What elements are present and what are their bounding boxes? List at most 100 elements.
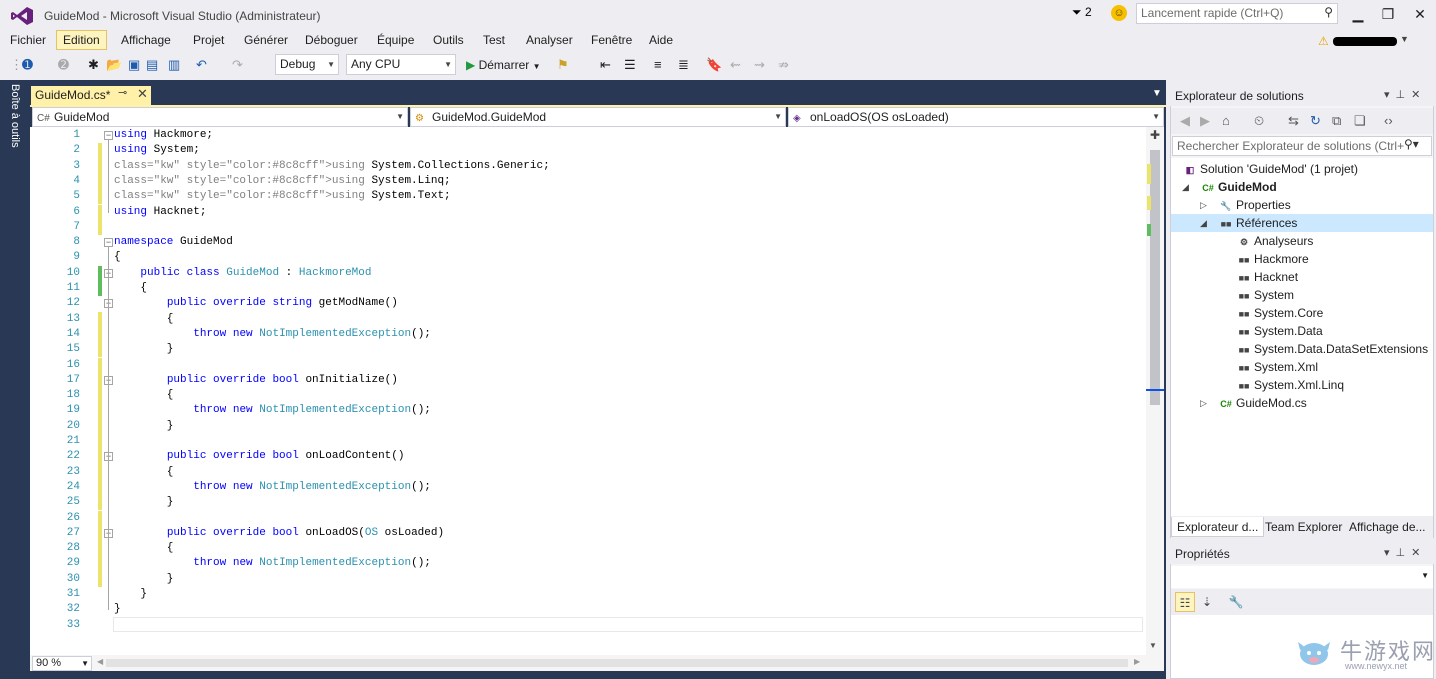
menu-deboguer[interactable]: Déboguer <box>299 30 364 50</box>
menu-affichage[interactable]: Affichage <box>115 30 177 50</box>
code-line[interactable]: using Hacknet; <box>114 205 206 220</box>
pending-changes-icon[interactable]: ⏲ <box>1254 113 1264 129</box>
code-line[interactable]: { <box>114 465 174 480</box>
configuration-select[interactable]: Debug ▼ <box>275 54 339 75</box>
refresh-icon[interactable]: ↻ <box>1310 113 1321 129</box>
horizontal-scroll-thumb[interactable] <box>106 659 1128 667</box>
code-line[interactable]: public override bool onInitialize() <box>114 373 398 388</box>
notifications-button[interactable]: ⏷ 2 <box>1072 5 1092 20</box>
sync-icon[interactable]: ⇆ <box>1288 113 1299 129</box>
properties-object-select[interactable]: ▼ <box>1171 566 1433 588</box>
code-line[interactable]: public override bool onLoadOS(OS osLoade… <box>114 526 444 541</box>
tree-item-file[interactable]: C# GuideMod.cs <box>1218 394 1306 412</box>
tab-team-explorer[interactable]: Team Explorer <box>1260 517 1347 537</box>
save-all-icon[interactable]: ▤ <box>146 56 158 74</box>
vertical-scroll-thumb[interactable] <box>1150 150 1160 405</box>
code-line[interactable]: class="kw" style="color:#8c8cff">using S… <box>114 159 550 174</box>
tree-item-reference[interactable]: ■■ System <box>1236 286 1294 304</box>
menu-edition[interactable]: Edition <box>56 30 107 50</box>
tree-item-reference[interactable]: ■■ System.Core <box>1236 304 1324 322</box>
feedback-smiley-icon[interactable]: ☺ <box>1111 5 1127 21</box>
code-line[interactable]: throw new NotImplementedException(); <box>114 403 431 418</box>
start-debugging-button[interactable]: ▶ Démarrer ▼ <box>462 55 541 75</box>
menu-projet[interactable]: Projet <box>187 30 230 50</box>
expand-arrow-icon[interactable]: ▷ <box>1200 196 1207 214</box>
new-project-icon[interactable]: ✱ <box>88 56 99 74</box>
tree-item-reference[interactable]: ■■ System.Data.DataSetExtensions <box>1236 340 1429 358</box>
menu-test[interactable]: Test <box>477 30 511 50</box>
scroll-down-icon[interactable]: ▼ <box>1149 641 1157 650</box>
code-line[interactable]: throw new NotImplementedException(); <box>114 480 431 495</box>
toolbox-tab[interactable]: Boîte à outils <box>9 84 21 148</box>
restore-button[interactable]: ❐ <box>1378 4 1398 24</box>
tab-overflow-icon[interactable]: ▼ <box>1152 88 1162 99</box>
code-line[interactable]: } <box>114 495 174 510</box>
tree-item-reference[interactable]: ■■ System.Xml.Linq <box>1236 376 1344 394</box>
prev-bookmark-icon[interactable]: ⇜ <box>730 56 741 74</box>
forward-icon[interactable]: ▶ <box>1200 113 1210 129</box>
tree-item-project[interactable]: C# GuideMod <box>1200 178 1276 196</box>
outline-icon[interactable]: ☰ <box>624 56 636 74</box>
code-line[interactable]: throw new NotImplementedException(); <box>114 327 431 342</box>
menu-aide[interactable]: Aide <box>643 30 679 50</box>
navigate-back-icon[interactable]: ➊ <box>22 56 33 74</box>
tree-item-reference[interactable]: ■■ System.Xml <box>1236 358 1318 376</box>
uncomment-icon[interactable]: ≣ <box>678 56 689 74</box>
code-line[interactable]: public override bool onLoadContent() <box>114 449 405 464</box>
menu-generer[interactable]: Générer <box>238 30 294 50</box>
code-line[interactable]: { <box>114 281 147 296</box>
tree-item-references[interactable]: ■■ Références <box>1171 214 1433 232</box>
menu-equipe[interactable]: Équipe <box>371 30 420 50</box>
split-window-icon[interactable]: ✚ <box>1146 128 1164 144</box>
alphabetical-icon[interactable]: ⇣ <box>1197 592 1217 612</box>
dropdown-icon[interactable]: ▾ <box>1384 547 1396 559</box>
code-line[interactable]: } <box>114 587 147 602</box>
scroll-left-icon[interactable]: ◀ <box>97 657 103 666</box>
redo-icon[interactable]: ↷ <box>232 56 243 74</box>
zoom-select[interactable]: 90 % ▼ <box>32 656 92 671</box>
panel-window-buttons[interactable]: ▾⊥✕ <box>1384 546 1426 559</box>
expand-arrow-icon[interactable]: ▷ <box>1200 394 1207 412</box>
pin-icon[interactable]: ⊥ <box>1396 89 1412 101</box>
collapse-arrow-icon[interactable]: ◢ <box>1182 178 1189 196</box>
menu-fenetre[interactable]: Fenêtre <box>585 30 638 50</box>
code-line[interactable]: class="kw" style="color:#8c8cff">using S… <box>114 174 451 189</box>
close-icon[interactable]: ✕ <box>1411 89 1426 101</box>
navigate-forward-icon[interactable]: ➋ <box>58 56 69 74</box>
dropdown-icon[interactable]: ▾ <box>1384 89 1396 101</box>
code-line[interactable]: } <box>114 572 174 587</box>
tab-solution-explorer[interactable]: Explorateur d... <box>1171 517 1265 537</box>
platform-select[interactable]: Any CPU ▼ <box>346 54 456 75</box>
copy-icon[interactable]: ❏ <box>1354 113 1366 129</box>
bookmark-icon[interactable]: 🔖 <box>706 56 722 74</box>
panel-window-buttons[interactable]: ▾⊥✕ <box>1384 88 1426 101</box>
code-line[interactable]: { <box>114 312 174 327</box>
tab-class-view[interactable]: Affichage de... <box>1344 517 1431 537</box>
code-line[interactable]: public class GuideMod : HackmoreMod <box>114 266 371 281</box>
find-in-files-icon[interactable]: ⚑ <box>557 56 569 74</box>
close-tab-icon[interactable]: ✕ <box>137 86 148 102</box>
code-line[interactable]: { <box>114 388 174 403</box>
collapse-arrow-icon[interactable]: ◢ <box>1200 214 1207 232</box>
code-line[interactable]: namespace GuideMod <box>114 235 233 250</box>
close-window-button[interactable]: ✕ <box>1410 4 1430 24</box>
code-line[interactable]: } <box>114 342 174 357</box>
code-line[interactable]: public override string getModName() <box>114 296 398 311</box>
menu-fichier[interactable]: Fichier <box>4 30 52 50</box>
next-bookmark-icon[interactable]: ⇝ <box>754 56 765 74</box>
tree-item-solution[interactable]: ◧ Solution 'GuideMod' (1 projet) <box>1182 160 1358 178</box>
undo-icon[interactable]: ↶ <box>196 56 207 74</box>
warning-icon[interactable]: ⚠ <box>1318 34 1329 48</box>
menu-outils[interactable]: Outils <box>427 30 470 50</box>
property-pages-icon[interactable]: 🔧 <box>1226 592 1246 612</box>
tree-item-reference[interactable]: ■■ System.Data <box>1236 322 1323 340</box>
code-line[interactable]: { <box>114 541 174 556</box>
account-dropdown-icon[interactable]: ▼ <box>1400 34 1409 44</box>
minimize-button[interactable]: ▁ <box>1348 4 1368 24</box>
menu-analyser[interactable]: Analyser <box>520 30 579 50</box>
pin-icon[interactable]: ⊸ <box>118 86 127 99</box>
solution-search-input[interactable]: Rechercher Explorateur de solutions (Ctr… <box>1172 136 1432 156</box>
pin-icon[interactable]: ⊥ <box>1396 547 1412 559</box>
code-line[interactable]: class="kw" style="color:#8c8cff">using S… <box>114 189 451 204</box>
collapse-all-icon[interactable]: ⧉ <box>1332 113 1341 129</box>
